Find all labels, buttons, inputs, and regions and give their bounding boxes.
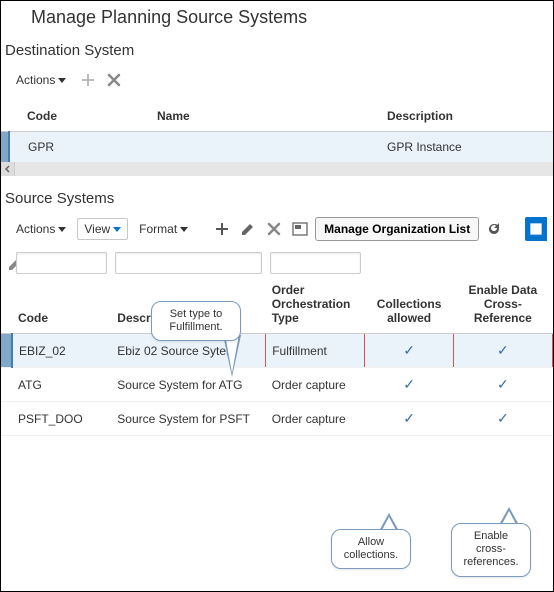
dest-actions-label: Actions: [16, 73, 55, 87]
detach-icon[interactable]: [289, 218, 311, 240]
src-view-menu[interactable]: View: [77, 218, 128, 240]
src-format-label: Format: [139, 222, 177, 236]
destination-section-title: Destination System: [1, 38, 553, 65]
destination-table: Code Name Description GPR GPR Instance: [1, 99, 553, 176]
dest-table-row[interactable]: GPR GPR Instance: [1, 132, 553, 163]
dest-row-description: GPR Instance: [369, 132, 553, 163]
src-row-order-type: Fulfillment: [266, 334, 365, 368]
dest-row-code: GPR: [9, 132, 139, 163]
src-filter-row: [1, 249, 553, 277]
edit-icon[interactable]: [237, 218, 259, 240]
src-row-crossref: ✓: [453, 334, 552, 368]
row-handle: [1, 334, 12, 368]
callout-crossref: Enable cross-references.: [451, 523, 531, 577]
delete-icon[interactable]: [103, 69, 125, 91]
src-row-order-type: Order capture: [266, 402, 365, 436]
callout-type: Set type to Fulfillment.: [151, 301, 241, 341]
src-row-collections: ✓: [365, 368, 453, 402]
filter-description-input[interactable]: [115, 252, 261, 274]
src-view-label: View: [84, 222, 110, 236]
filter-type-input[interactable]: [270, 252, 361, 274]
src-table-row[interactable]: PSFT_DOO Source System for PSFT Order ca…: [1, 402, 553, 436]
caret-down-icon: [58, 78, 66, 83]
dest-horizontal-scrollbar[interactable]: [1, 162, 553, 176]
dest-actions-menu[interactable]: Actions: [9, 69, 73, 91]
src-row-description: Source System for ATG: [111, 368, 265, 402]
row-handle: [1, 132, 9, 163]
dest-col-name: Name: [139, 99, 369, 132]
src-table-row[interactable]: ATG Source System for ATG Order capture …: [1, 368, 553, 402]
refresh-icon[interactable]: [483, 218, 505, 240]
page-title: Manage Planning Source Systems: [1, 1, 553, 38]
filter-code-input[interactable]: [16, 252, 107, 274]
delete-icon[interactable]: [263, 218, 285, 240]
src-table-row[interactable]: EBIZ_02 Ebiz 02 Source Sytem Fulfillment…: [1, 334, 553, 368]
src-col-order-type: Order Orchestration Type: [266, 277, 365, 334]
src-row-collections: ✓: [365, 334, 453, 368]
add-icon[interactable]: [77, 69, 99, 91]
add-icon[interactable]: [211, 218, 233, 240]
src-row-crossref: ✓: [453, 402, 552, 436]
src-actions-menu[interactable]: Actions: [9, 218, 73, 240]
source-table: Code Description Order Orchestration Typ…: [1, 249, 553, 436]
scroll-left-icon[interactable]: [1, 162, 15, 176]
manage-org-list-button[interactable]: Manage Organization List: [315, 217, 479, 241]
caret-down-icon: [58, 227, 66, 232]
caret-down-icon: [113, 227, 121, 232]
caret-down-icon: [180, 227, 188, 232]
src-row-collections: ✓: [365, 402, 453, 436]
src-row-code: ATG: [12, 368, 111, 402]
dest-col-description: Description: [369, 99, 553, 132]
src-row-code: EBIZ_02: [12, 334, 111, 368]
src-row-description: Source System for PSFT: [111, 402, 265, 436]
dest-row-name: [139, 132, 369, 163]
callout-type-tail: [223, 335, 241, 377]
src-format-menu[interactable]: Format: [132, 218, 195, 240]
sidebar-tab-icon[interactable]: [525, 217, 547, 241]
source-toolbar: Actions View Format Manage Organization …: [1, 213, 553, 249]
dest-col-code: Code: [9, 99, 139, 132]
source-section-title: Source Systems: [1, 186, 553, 213]
src-col-code: Code: [12, 277, 111, 334]
src-row-crossref: ✓: [453, 368, 552, 402]
callout-collections: Allow collections.: [331, 529, 411, 569]
src-actions-label: Actions: [16, 222, 55, 236]
src-row-code: PSFT_DOO: [12, 402, 111, 436]
destination-toolbar: Actions: [1, 65, 553, 99]
src-row-order-type: Order capture: [266, 368, 365, 402]
src-col-cross-ref: Enable Data Cross-Reference: [453, 277, 552, 334]
src-col-collections: Collections allowed: [365, 277, 453, 334]
